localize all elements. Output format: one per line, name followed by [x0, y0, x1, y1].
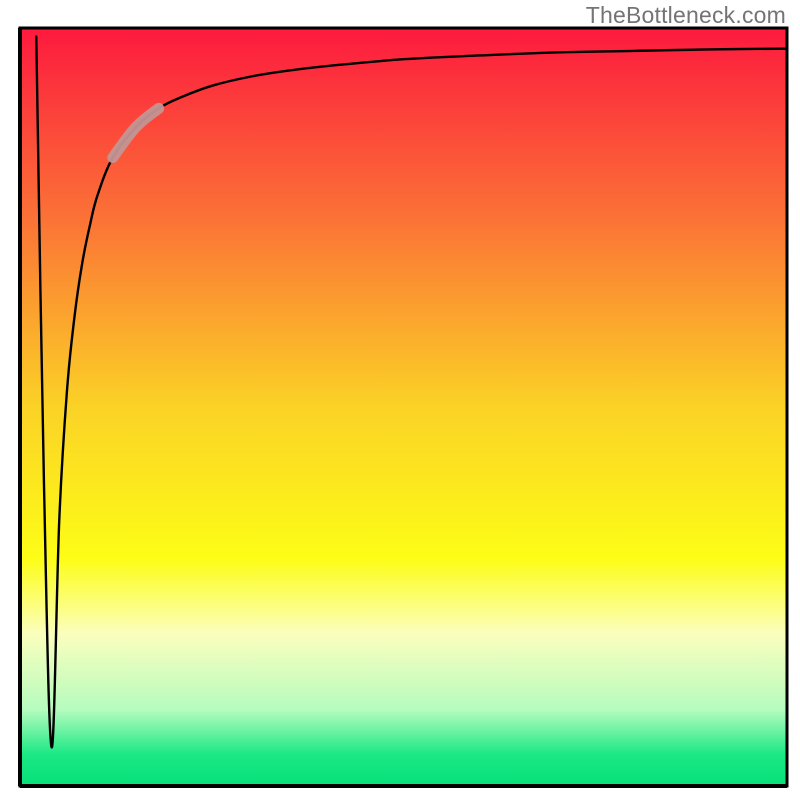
plot-background	[21, 29, 786, 785]
bottleneck-plot	[0, 0, 800, 800]
watermark-label: TheBottleneck.com	[586, 2, 786, 29]
chart-stage: TheBottleneck.com	[0, 0, 800, 800]
